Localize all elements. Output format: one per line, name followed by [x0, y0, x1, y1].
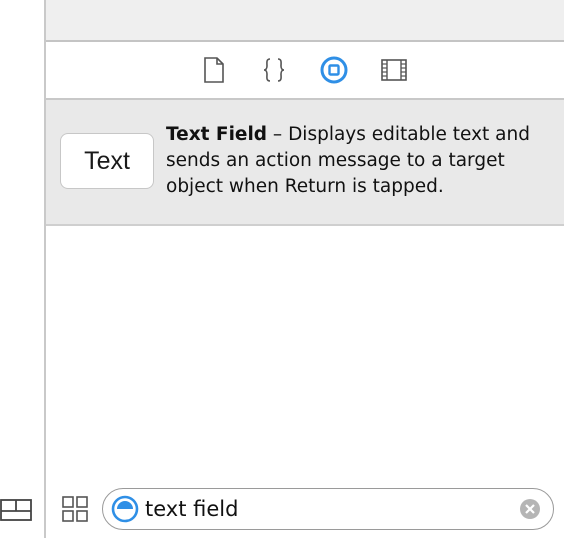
library-search-field[interactable]	[102, 488, 554, 530]
text-field-preview: Text	[60, 133, 154, 189]
result-title: Text Field	[166, 124, 268, 145]
object-circle-icon	[320, 56, 348, 84]
grid-view-icon[interactable]	[62, 496, 88, 522]
result-separator: –	[267, 124, 289, 145]
document-icon	[204, 57, 224, 83]
editor-area-edge	[0, 0, 44, 538]
preview-text: Text	[84, 146, 130, 175]
tab-code-snippet-library[interactable]	[260, 56, 288, 84]
xcode-utilities-area: Text Text Field – Displays editable text…	[0, 0, 564, 538]
library-filter-bar	[0, 482, 564, 538]
search-input[interactable]	[145, 493, 505, 525]
object-filter-icon[interactable]	[111, 495, 139, 523]
library-result-item[interactable]: Text Text Field – Displays editable text…	[46, 100, 564, 226]
library-panel: Text Text Field – Displays editable text…	[46, 0, 564, 538]
result-description: Text Field – Displays editable text and …	[166, 122, 558, 200]
film-strip-icon	[381, 59, 407, 81]
braces-icon	[263, 58, 285, 82]
tab-object-library[interactable]	[320, 56, 348, 84]
tab-file-template-library[interactable]	[200, 56, 228, 84]
inspector-area	[46, 0, 564, 42]
library-tab-bar	[46, 42, 564, 100]
tab-media-library[interactable]	[380, 56, 408, 84]
hide-panel-icon[interactable]	[0, 499, 32, 521]
clear-search-icon[interactable]	[519, 498, 541, 520]
